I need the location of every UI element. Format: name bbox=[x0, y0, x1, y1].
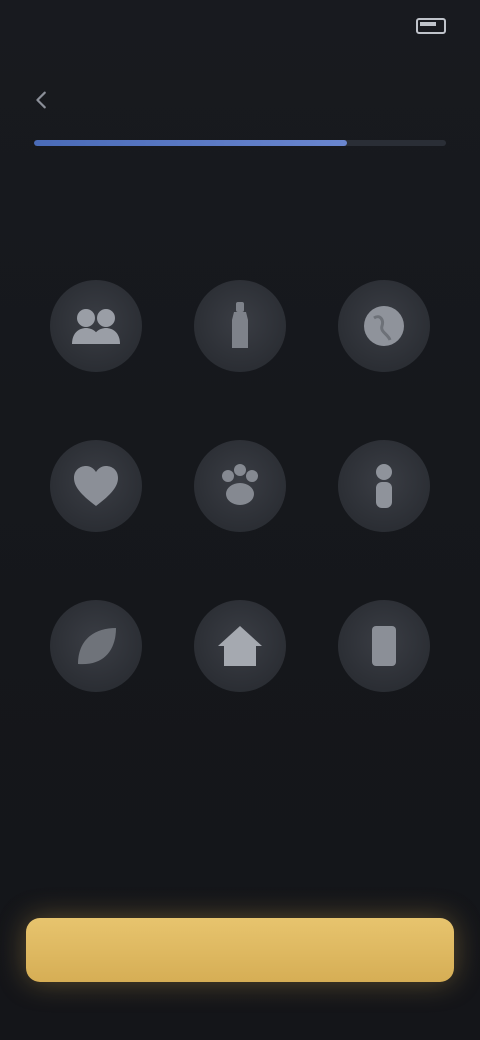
cause-item[interactable] bbox=[168, 436, 312, 596]
cause-item[interactable] bbox=[24, 596, 168, 756]
globe-icon bbox=[364, 306, 404, 346]
heart-icon bbox=[74, 466, 118, 506]
status-indicators bbox=[408, 18, 446, 34]
top-nav bbox=[0, 78, 480, 122]
cause-circle bbox=[50, 440, 142, 532]
paw-icon bbox=[222, 464, 258, 505]
people-icon bbox=[72, 309, 120, 344]
cause-circle bbox=[338, 600, 430, 692]
app-screen bbox=[0, 0, 480, 1040]
cause-circle bbox=[50, 280, 142, 372]
cause-item[interactable] bbox=[312, 596, 456, 756]
cause-item[interactable] bbox=[312, 276, 456, 436]
cause-item[interactable] bbox=[24, 276, 168, 436]
cause-item[interactable] bbox=[168, 276, 312, 436]
cause-circle bbox=[338, 280, 430, 372]
progress-fill bbox=[34, 140, 348, 146]
continue-button[interactable] bbox=[26, 918, 454, 982]
cause-item[interactable] bbox=[312, 436, 456, 596]
bottle-icon bbox=[232, 302, 248, 348]
progress-bar bbox=[34, 140, 446, 146]
book-icon bbox=[372, 626, 396, 666]
cause-circle bbox=[194, 280, 286, 372]
arrow-left-icon bbox=[36, 91, 46, 109]
cause-circle bbox=[194, 440, 286, 532]
cause-circle bbox=[194, 600, 286, 692]
cause-item[interactable] bbox=[24, 436, 168, 596]
back-button[interactable] bbox=[26, 84, 58, 116]
person-icon bbox=[376, 464, 392, 508]
battery-icon bbox=[416, 18, 446, 34]
cause-circle bbox=[338, 440, 430, 532]
leaf-icon bbox=[78, 628, 116, 665]
home-icon bbox=[218, 626, 262, 666]
cause-circle bbox=[50, 600, 142, 692]
cause-grid bbox=[24, 276, 456, 756]
cause-item[interactable] bbox=[168, 596, 312, 756]
status-bar bbox=[0, 0, 480, 56]
